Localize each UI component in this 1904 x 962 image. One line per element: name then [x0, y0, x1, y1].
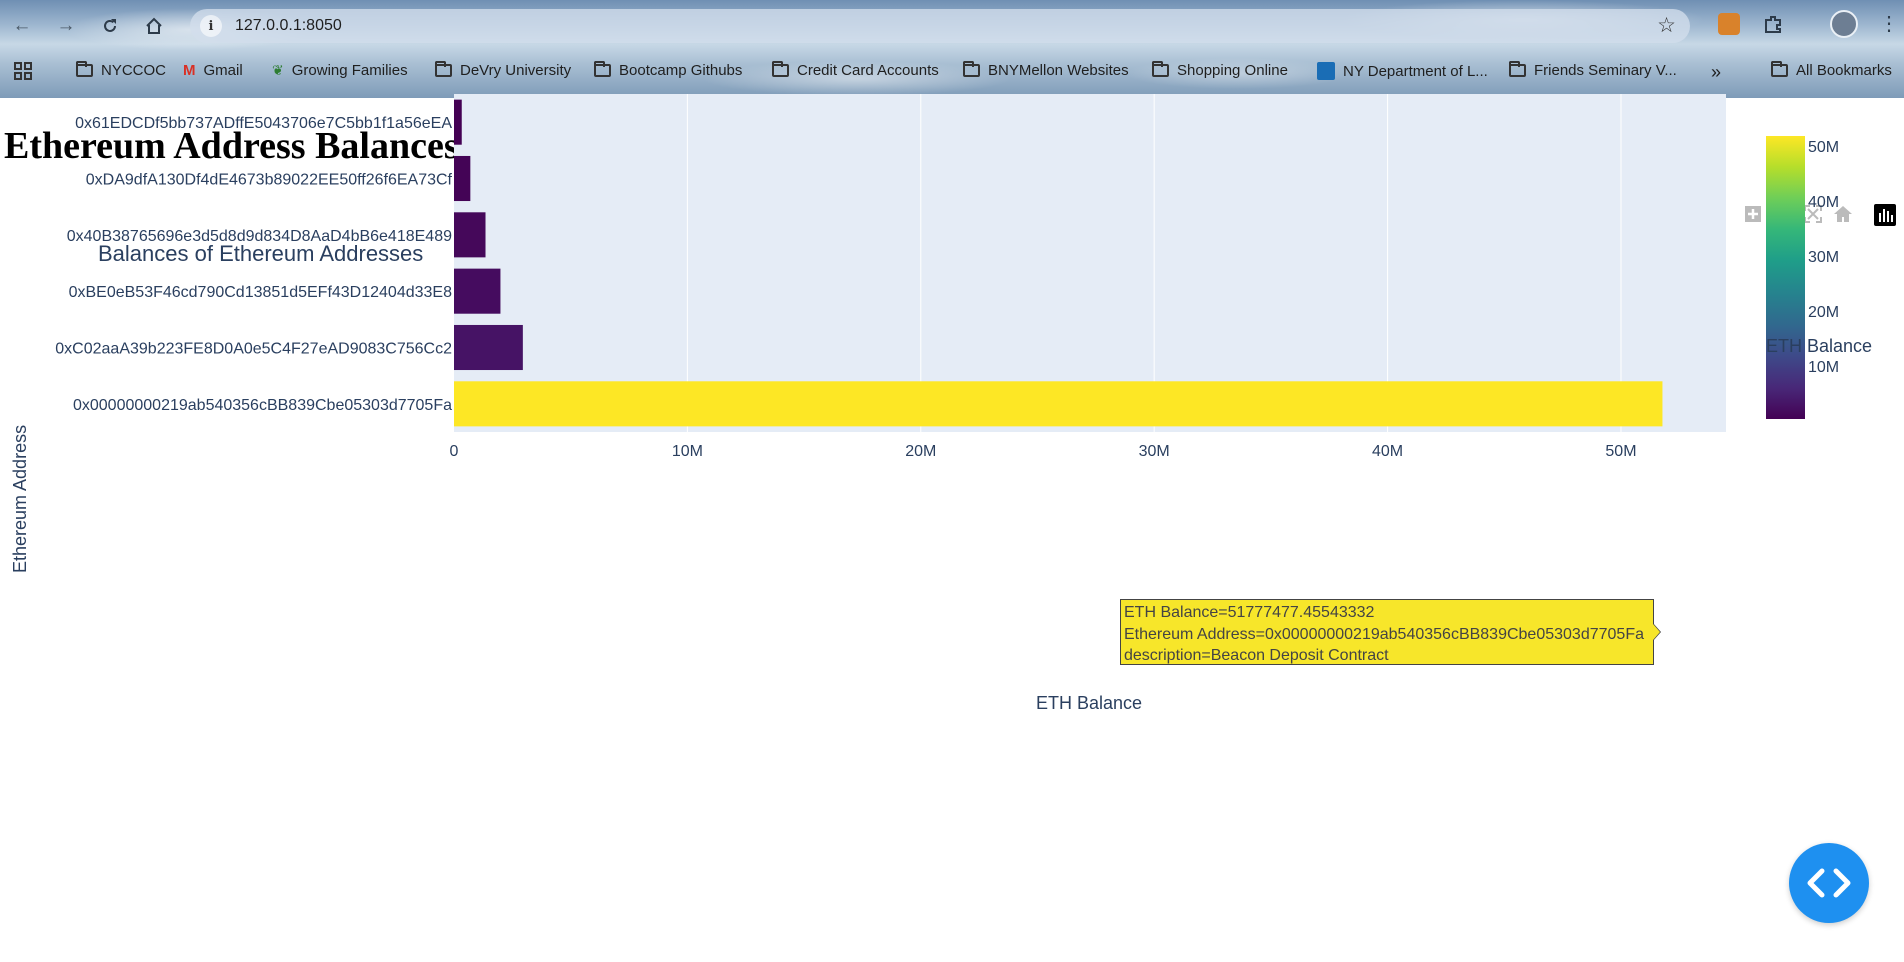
y-tick-label: 0x40B38765696e3d5d8d9d834D8AaD4bB6e418E4…: [67, 228, 452, 245]
dash-devtools-button[interactable]: [1789, 843, 1869, 923]
y-tick-label: 0x61EDCDf5bb737ADffE5043706e7C5bb1f1a56e…: [75, 115, 452, 132]
bar: [454, 381, 1663, 427]
y-axis-title: Ethereum Address: [10, 424, 30, 573]
y-tick-label: 0xC02aaA39b223FE8D0A0e5C4F27eAD9083C756C…: [55, 341, 452, 358]
bar: [454, 155, 471, 202]
tooltip-description: description=Beacon Deposit Contract: [1124, 647, 1389, 664]
colorbar-tick-label: 20M: [1808, 304, 1839, 321]
bar: [454, 324, 523, 371]
tooltip-arrow-fill: [1653, 624, 1660, 640]
colorbar-tick-label: 50M: [1808, 139, 1839, 156]
colorbar-tick-label: 40M: [1808, 194, 1839, 211]
bar-chart: 0x61EDCDf5bb737ADffE5043706e7C5bb1f1a56e…: [55, 94, 1839, 460]
y-tick-label: 0x00000000219ab540356cBB839Cbe05303d7705…: [73, 397, 452, 414]
x-tick-label: 0: [450, 443, 459, 460]
colorbar-tick-label: 30M: [1808, 249, 1839, 266]
tooltip-balance: ETH Balance=51777477.45543332: [1124, 604, 1375, 621]
y-tick-label: 0xDA9dfA130Df4dE4673b89022EE50ff26f6EA73…: [86, 172, 453, 189]
x-axis-title: ETH Balance: [1036, 693, 1143, 713]
code-brackets-icon: [1807, 868, 1851, 898]
x-tick-label: 40M: [1372, 443, 1403, 460]
x-tick-label: 30M: [1139, 443, 1170, 460]
x-tick-label: 20M: [905, 443, 936, 460]
colorbar-title: ETH Balance: [1766, 336, 1873, 356]
colorbar: [1766, 136, 1805, 419]
y-tick-label: 0xBE0eB53F46cd790Cd13851d5EFf43D12404d33…: [69, 284, 453, 301]
x-tick-label: 50M: [1605, 443, 1636, 460]
hover-tooltip: ETH Balance=51777477.45543332 Ethereum A…: [1120, 599, 1654, 665]
x-tick-label: 10M: [672, 443, 703, 460]
bar: [454, 99, 462, 145]
colorbar-tick-label: 10M: [1808, 359, 1839, 376]
bar: [454, 268, 501, 314]
bar: [454, 212, 486, 258]
tooltip-address: Ethereum Address=0x00000000219ab540356cB…: [1124, 625, 1644, 643]
